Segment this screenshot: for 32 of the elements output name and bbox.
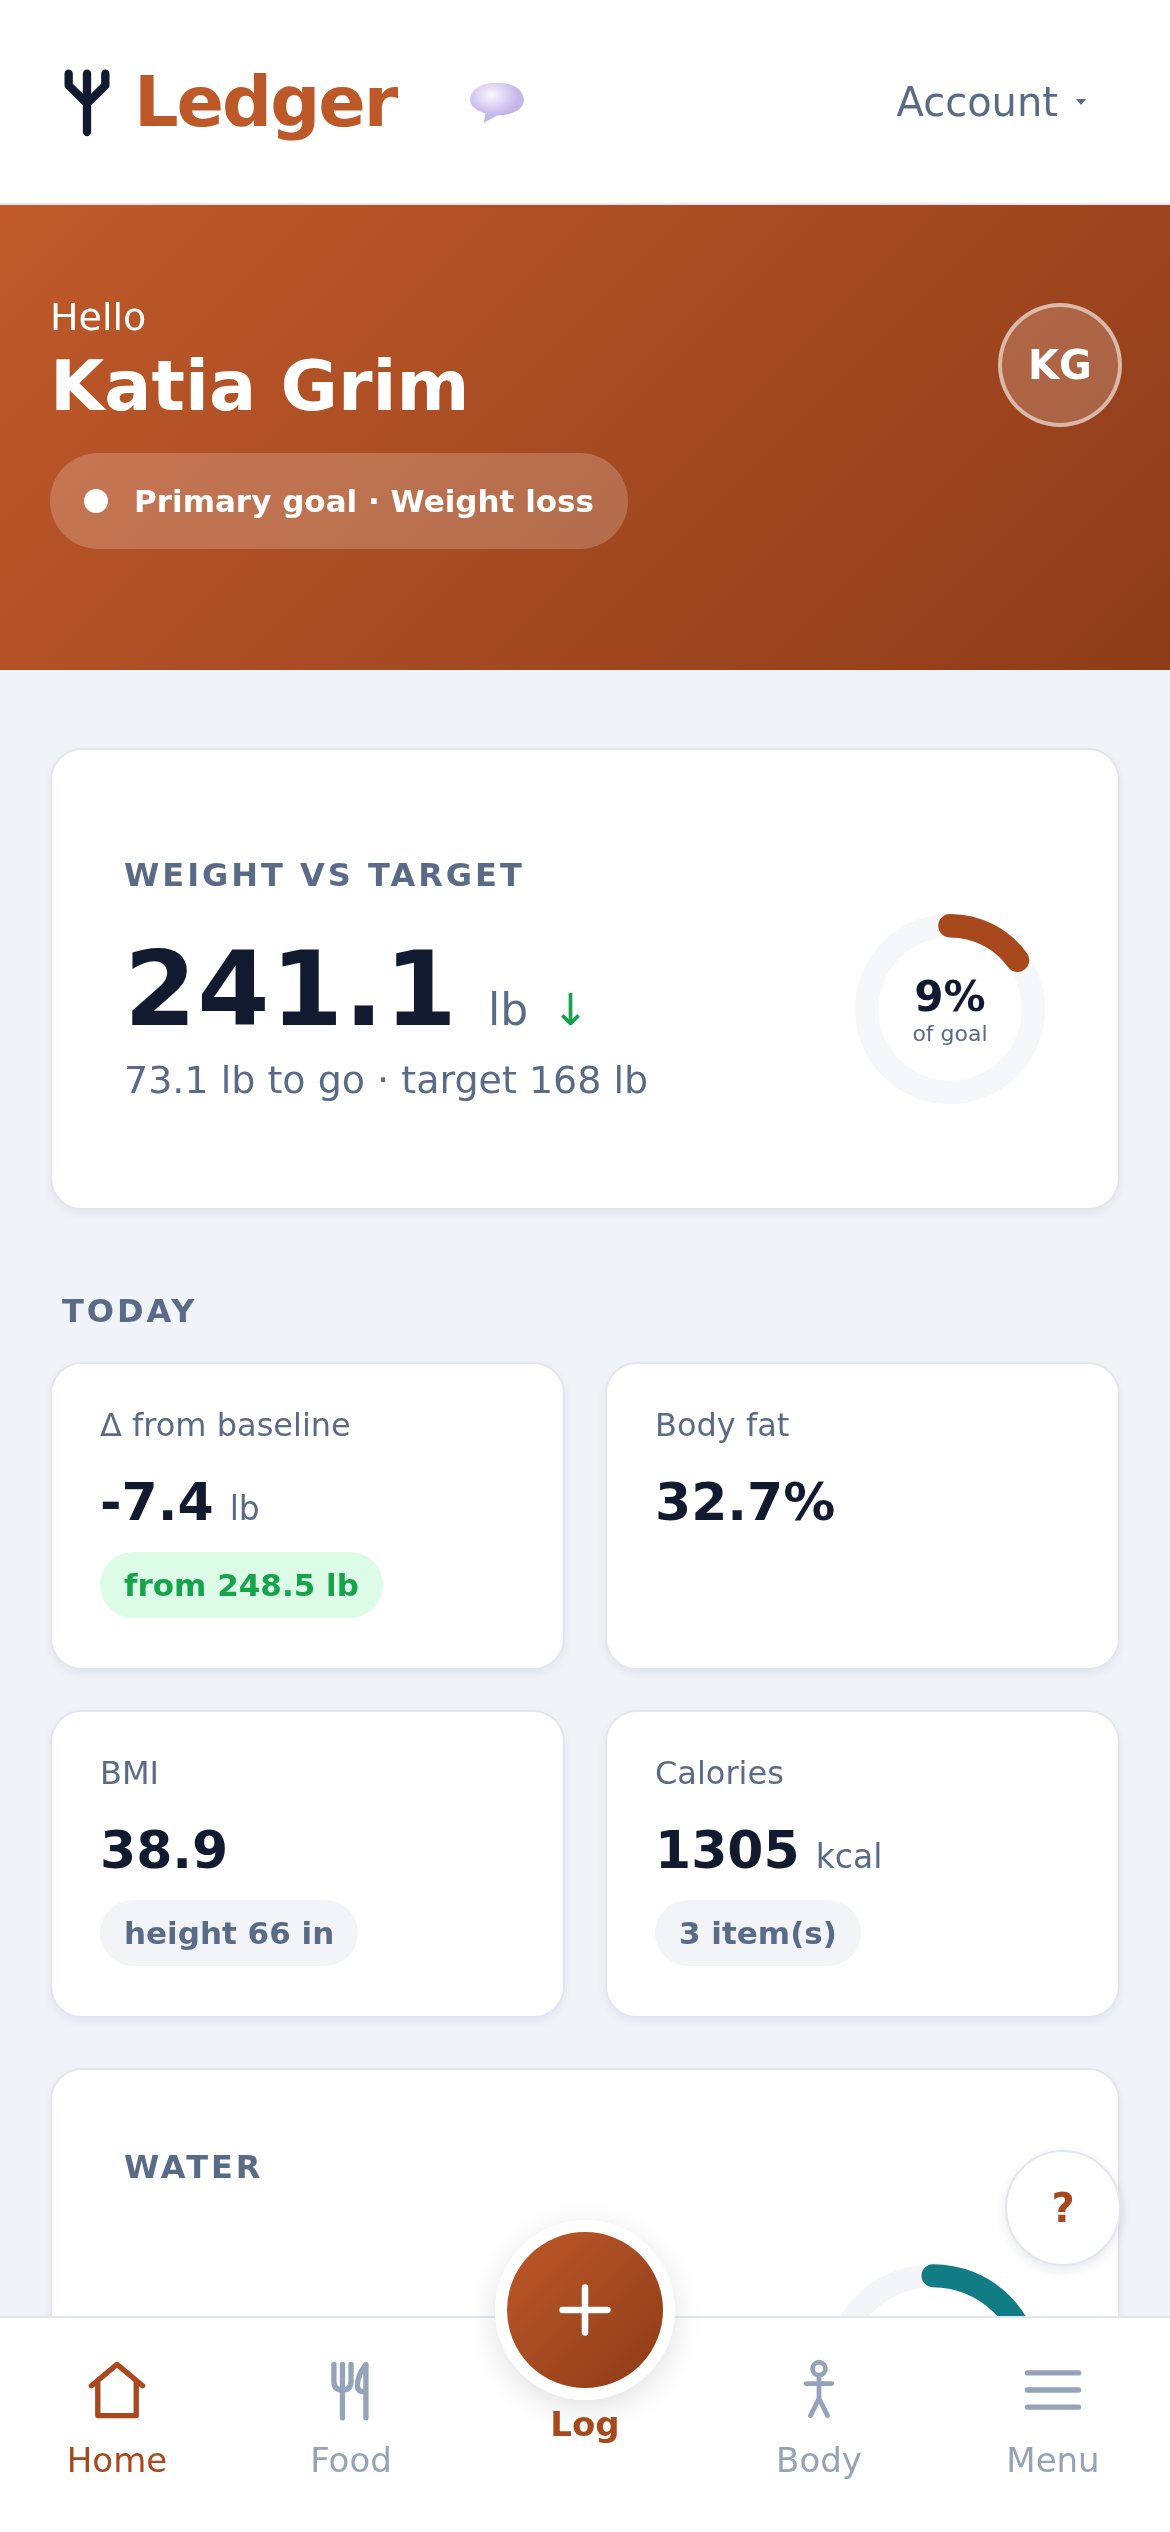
stat-value: 38.9 [100, 1820, 229, 1880]
weight-value: 241.1 [124, 928, 458, 1050]
stat-chip: height 66 in [100, 1900, 359, 1966]
goal-text: Primary goal · Weight loss [134, 483, 594, 519]
stat-value: 32.7% [655, 1472, 836, 1532]
goal-label: of goal [912, 1021, 988, 1046]
card-title: WEIGHT VS TARGET [124, 856, 525, 894]
stat-unit: kcal [815, 1837, 883, 1876]
greeting: Hello [50, 295, 147, 339]
account-menu[interactable]: Account [896, 78, 1086, 125]
trend-arrow: ↓ [552, 984, 589, 1035]
card-title: WATER [124, 2148, 264, 2186]
user-name: Katia Grim [50, 345, 470, 427]
stat-chip: from 248.5 lb [100, 1552, 383, 1618]
goal-percent: 9% [914, 972, 986, 1021]
stat-label: Δ from baseline [100, 1406, 351, 1444]
stat-label: Calories [655, 1754, 784, 1792]
dot-icon [84, 489, 108, 513]
stat-value: -7.4 [100, 1472, 214, 1532]
stat-unit: lb [229, 1489, 260, 1528]
plus-icon [557, 2282, 613, 2338]
stat-value: 1305 [655, 1820, 800, 1880]
section-title: TODAY [62, 1292, 199, 1330]
weight-unit: lb [487, 984, 529, 1035]
stat-chip: 3 item(s) [655, 1900, 861, 1966]
avatar[interactable]: KG [998, 303, 1122, 427]
app-logo: Ledger [134, 60, 397, 143]
caret-icon [1076, 98, 1086, 105]
weight-subtitle: 73.1 lb to go · target 168 lb [124, 1058, 649, 1102]
nav-tab[interactable]: Home [0, 2318, 234, 2532]
stat-label: BMI [100, 1754, 159, 1792]
stat-label: Body fat [655, 1406, 790, 1444]
